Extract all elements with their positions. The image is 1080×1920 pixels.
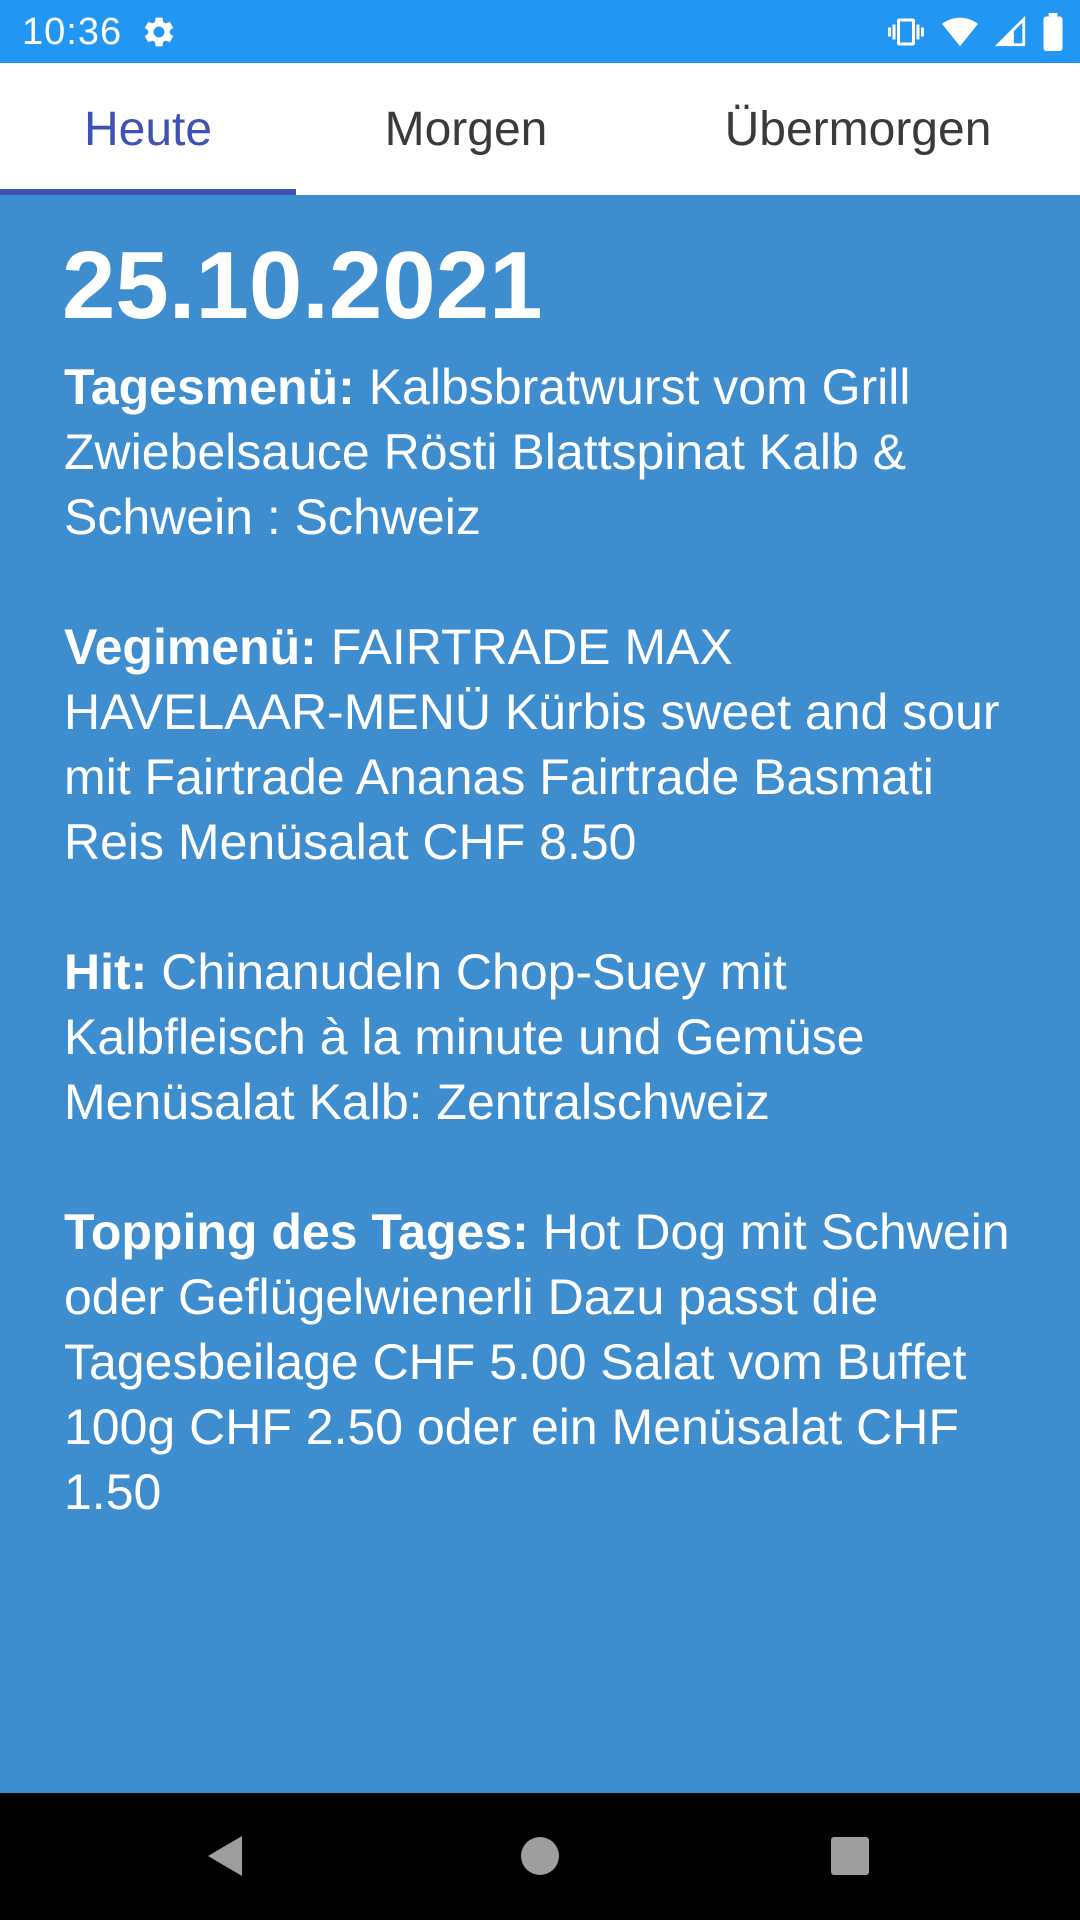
menu-item-topping: Topping des Tages: Hot Dog mit Schwein o… [64,1200,1024,1525]
menu-item-tagesmenu: Tagesmenü: Kalbsbratwurst vom Grill Zwie… [64,355,1024,550]
battery-icon [1043,13,1063,51]
vibrate-icon [888,18,924,46]
settings-gear-icon [144,17,174,47]
wifi-icon [942,17,978,47]
status-bar: 10:36 [0,0,1080,63]
menu-label: Vegimenü: [64,619,317,675]
menu-text: Chinanudeln Chop-Suey mit Kalbfleisch à … [64,944,865,1130]
tab-bar: Heute Morgen Übermorgen [0,63,1080,195]
back-icon[interactable] [202,1833,248,1879]
tab-heute[interactable]: Heute [0,63,296,195]
menu-content[interactable]: 25.10.2021 Tagesmenü: Kalbsbratwurst vom… [0,195,1080,1793]
status-icons [886,12,1064,52]
menu-list: Tagesmenü: Kalbsbratwurst vom Grill Zwie… [64,355,1024,1590]
recents-icon[interactable] [830,1836,870,1876]
menu-label: Hit: [64,944,148,1000]
tab-label: Heute [83,102,213,156]
tab-label: Morgen [384,102,548,156]
menu-date: 25.10.2021 [62,232,543,339]
menu-item-hit: Hit: Chinanudeln Chop-Suey mit Kalbfleis… [64,940,1024,1135]
tab-morgen[interactable]: Morgen [296,63,636,195]
tab-uebermorgen[interactable]: Übermorgen [636,63,1080,195]
tab-label: Übermorgen [724,102,992,156]
signal-icon [994,15,1026,47]
menu-label: Topping des Tages: [64,1204,529,1260]
menu-item-vegimenu: Vegimenü: FAIRTRADE MAX HAVELAAR-MENÜ Kü… [64,615,1024,875]
status-time: 10:36 [22,11,123,53]
home-icon[interactable] [519,1835,561,1877]
navigation-bar [0,1793,1080,1920]
menu-label: Tagesmenü: [64,359,355,415]
